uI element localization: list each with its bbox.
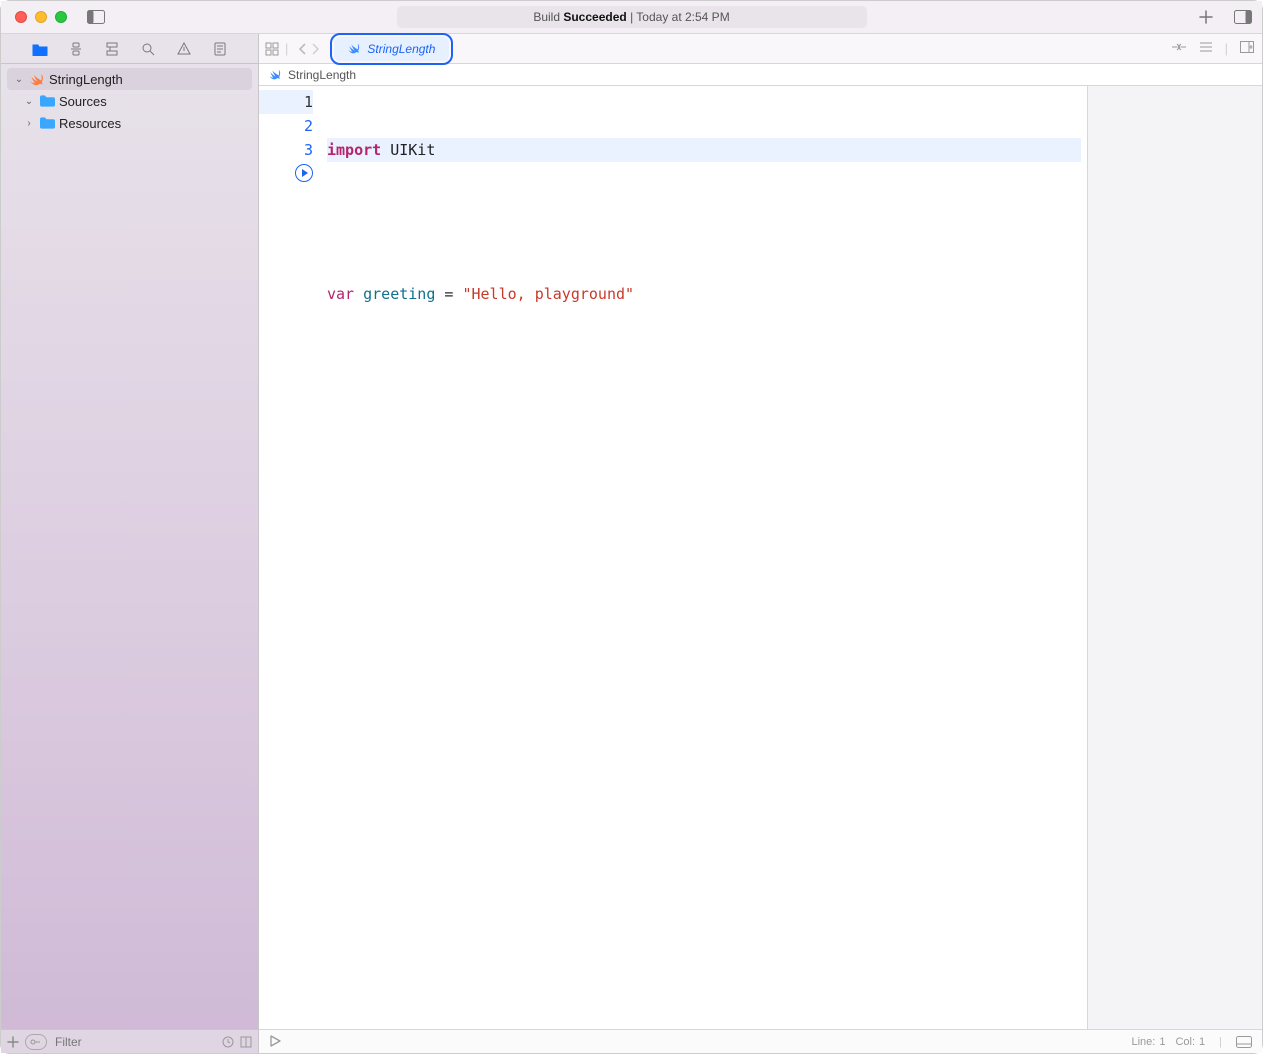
tree-item-label: Sources <box>59 94 107 109</box>
swift-playground-icon <box>29 71 45 87</box>
token-space <box>354 285 363 303</box>
folder-icon <box>39 115 55 131</box>
playground-results-sidebar[interactable] <box>1087 86 1262 1029</box>
cursor-col-value: 1 <box>1199 1036 1205 1048</box>
line-number-gutter[interactable]: 1 2 3 <box>259 86 325 1029</box>
nav-forward-icon[interactable] <box>310 43 320 55</box>
tree-item-label: StringLength <box>49 72 123 87</box>
report-navigator-tab[interactable] <box>209 38 231 60</box>
find-navigator-tab[interactable] <box>137 38 159 60</box>
project-navigator-tab[interactable] <box>29 38 51 60</box>
nav-back-icon[interactable] <box>298 43 308 55</box>
token-space <box>381 141 390 159</box>
token-declaration: greeting <box>363 285 435 303</box>
source-filter-icon[interactable] <box>240 1036 252 1048</box>
symbol-navigator-tab[interactable] <box>101 38 123 60</box>
adjust-editor-options-icon[interactable] <box>1199 41 1213 56</box>
navigator-filter-bar <box>1 1029 258 1053</box>
navigator-tabs <box>1 34 258 64</box>
add-button[interactable] <box>1198 9 1214 25</box>
toggle-debug-area-icon[interactable] <box>1236 1036 1252 1048</box>
window-controls <box>15 11 67 23</box>
build-status: Succeeded <box>563 10 626 24</box>
issue-navigator-tab[interactable] <box>173 38 195 60</box>
token-keyword: var <box>327 285 354 303</box>
token-identifier: UIKit <box>390 141 435 159</box>
execute-playground-button[interactable] <box>269 1035 283 1049</box>
add-button[interactable] <box>7 1036 19 1048</box>
run-playground-line-button[interactable] <box>295 164 313 182</box>
line-number[interactable]: 3 <box>259 138 313 162</box>
source-control-navigator-tab[interactable] <box>65 38 87 60</box>
editor-panel: | StringLength | <box>259 34 1262 1053</box>
tree-item-sources[interactable]: ⌄ Sources <box>1 90 258 112</box>
cursor-col-label: Col: <box>1175 1036 1195 1048</box>
build-label: Build <box>533 10 560 24</box>
tree-item-resources[interactable]: › Resources <box>1 112 258 134</box>
close-window-button[interactable] <box>15 11 27 23</box>
editor-tabbar: | StringLength | <box>259 34 1262 64</box>
recent-filter-icon[interactable] <box>222 1036 234 1048</box>
swift-file-icon <box>348 42 361 55</box>
code-line[interactable]: var greeting = "Hello, playground" <box>327 282 1081 306</box>
filter-input[interactable] <box>53 1034 216 1050</box>
build-time: Today at 2:54 PM <box>636 10 729 24</box>
titlebar: Build Succeeded | Today at 2:54 PM <box>1 1 1262 34</box>
folder-icon <box>39 93 55 109</box>
code-line[interactable] <box>327 210 1081 234</box>
navigator-sidebar: ⌄ StringLength ⌄ Sources › Resources <box>1 34 259 1053</box>
line-number[interactable]: 2 <box>259 114 313 138</box>
line-number[interactable]: 1 <box>259 90 313 114</box>
zoom-window-button[interactable] <box>55 11 67 23</box>
disclosure-closed-icon[interactable]: › <box>23 118 35 129</box>
related-items-icon[interactable] <box>265 42 279 56</box>
activity-viewer[interactable]: Build Succeeded | Today at 2:54 PM <box>397 6 867 28</box>
disclosure-open-icon[interactable]: ⌄ <box>13 74 25 85</box>
project-tree[interactable]: ⌄ StringLength ⌄ Sources › Resources <box>1 64 258 1029</box>
debug-bar: Line: 1 Col: 1 | <box>259 1029 1262 1053</box>
code-line[interactable]: import UIKit <box>327 138 1081 162</box>
jump-bar[interactable]: StringLength <box>259 64 1262 86</box>
add-editor-icon[interactable] <box>1240 41 1254 56</box>
editor-tab-label: StringLength <box>367 42 435 56</box>
minimize-window-button[interactable] <box>35 11 47 23</box>
cursor-line-value: 1 <box>1159 1036 1165 1048</box>
source-editor[interactable]: 1 2 3 import UIKit var greeting = "Hello… <box>259 86 1087 1029</box>
token-string: "Hello, playground" <box>462 285 634 303</box>
disclosure-open-icon[interactable]: ⌄ <box>23 96 35 107</box>
breadcrumb-item[interactable]: StringLength <box>288 68 356 82</box>
cursor-line-label: Line: <box>1131 1036 1155 1048</box>
toggle-navigator-icon[interactable] <box>87 10 105 24</box>
swift-file-icon <box>269 68 282 81</box>
toggle-inspectors-icon[interactable] <box>1234 10 1252 24</box>
tree-item-root[interactable]: ⌄ StringLength <box>7 68 252 90</box>
editor-tab-active[interactable]: StringLength <box>334 37 449 61</box>
code-review-icon[interactable] <box>1171 41 1187 56</box>
tree-item-label: Resources <box>59 116 121 131</box>
scm-filter-icon[interactable] <box>25 1034 47 1050</box>
token-keyword: import <box>327 141 381 159</box>
